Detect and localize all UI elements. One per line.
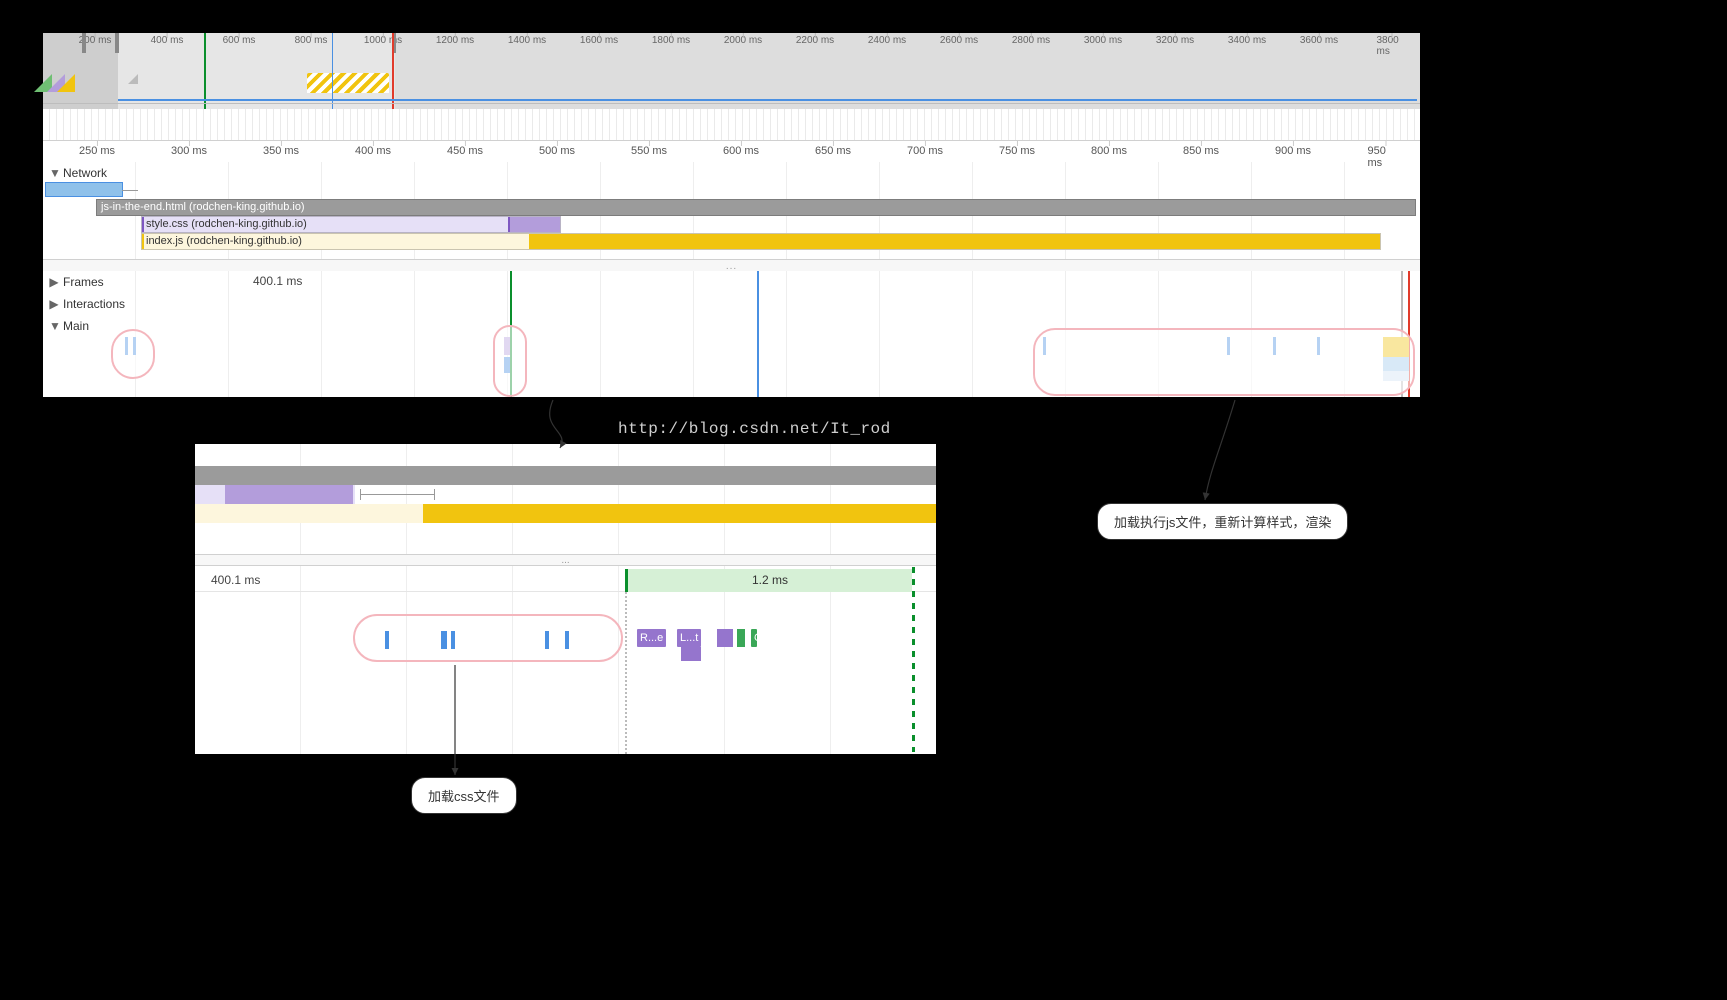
section-interactions[interactable]: ▶ Interactions	[43, 293, 1420, 315]
network-label: Network	[63, 166, 107, 180]
zoom-request-js[interactable]	[195, 504, 936, 523]
caret-down-icon: ▼	[49, 166, 59, 180]
caret-down-icon: ▼	[49, 319, 59, 333]
callout-js: 加载执行js文件，重新计算样式，渲染	[1097, 503, 1348, 540]
zoom-frame-time: 1.2 ms	[752, 573, 788, 587]
zoom-annotation-css	[353, 614, 623, 662]
watermark-url: http://blog.csdn.net/It_rod	[618, 420, 891, 438]
section-network[interactable]: ▼ Network	[43, 162, 1420, 184]
zoom-request-css[interactable]	[195, 485, 355, 504]
overview-scripting-block	[307, 73, 389, 93]
overview-strip[interactable]: 200 ms 400 ms 600 ms 800 ms 1000 ms 1200…	[43, 33, 1420, 140]
caret-right-icon: ▶	[49, 275, 59, 289]
request-js[interactable]: index.js (rodchen-king.github.io)	[141, 233, 1381, 250]
overview-ruler: 200 ms 400 ms 600 ms 800 ms 1000 ms 1200…	[43, 33, 1420, 51]
chip-paint[interactable]	[737, 629, 745, 647]
dcl-line	[757, 271, 759, 397]
chip-recalc[interactable]: R...e	[637, 629, 666, 647]
request-html[interactable]: js-in-the-end.html (rodchen-king.github.…	[96, 199, 1416, 216]
caret-right-icon: ▶	[49, 297, 59, 311]
devtools-performance-panel: 200 ms 400 ms 600 ms 800 ms 1000 ms 1200…	[43, 33, 1420, 397]
section-frames[interactable]: ▶ Frames	[43, 271, 1420, 293]
request-css[interactable]: style.css (rodchen-king.github.io)	[141, 216, 561, 233]
frames-label: Frames	[63, 275, 104, 289]
zoom-time-left: 400.1 ms	[211, 573, 260, 587]
frame-duration: 400.1 ms	[253, 274, 302, 288]
zoom-frame-bar[interactable]: 1.2 ms	[625, 569, 912, 592]
zoom-inset-panel: ... 400.1 ms 1.2 ms R...e L...t C...	[195, 444, 936, 754]
callout-css: 加载css文件	[411, 777, 517, 814]
annotation-region-3	[1033, 328, 1415, 396]
zoom-splitter[interactable]: ...	[195, 554, 936, 566]
chip-composite[interactable]: C...	[751, 629, 757, 647]
chip-square-1[interactable]	[717, 629, 733, 647]
annotation-region-2	[493, 325, 527, 397]
chip-layout[interactable]: L...t	[677, 629, 701, 647]
network-initial-bar[interactable]	[45, 182, 123, 197]
chip-sub[interactable]	[681, 647, 701, 661]
zoom-request-html[interactable]	[195, 466, 936, 485]
annotation-region-1	[111, 329, 155, 379]
interactions-label: Interactions	[63, 297, 125, 311]
pane-splitter[interactable]: ...	[43, 259, 1420, 271]
main-label: Main	[63, 319, 89, 333]
overview-handle-left[interactable]	[115, 33, 119, 53]
detail-ruler[interactable]: 250 ms 300 ms 350 ms 400 ms 450 ms 500 m…	[43, 140, 1420, 162]
